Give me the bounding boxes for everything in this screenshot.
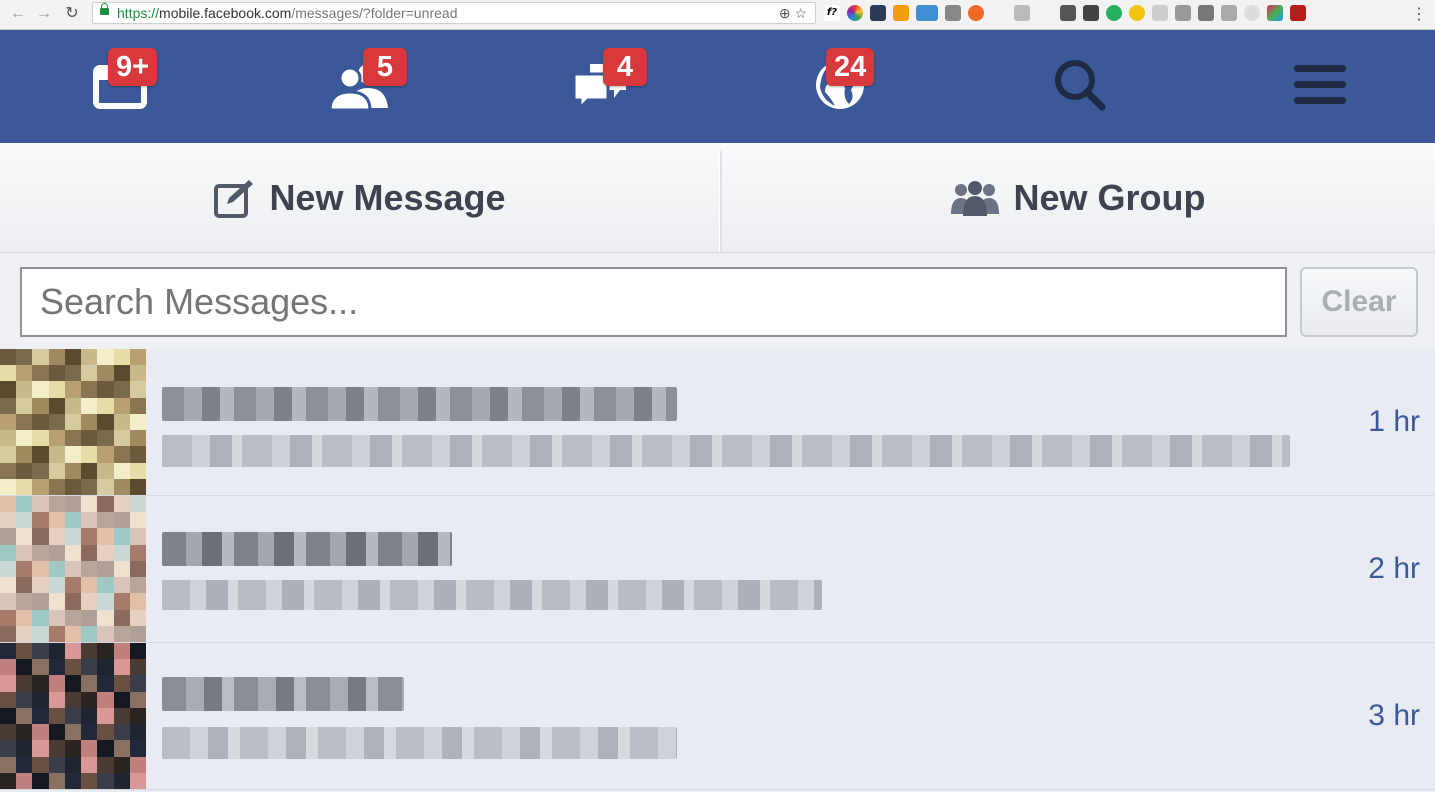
counter-extension-icon[interactable] bbox=[916, 5, 938, 21]
url-path: /messages/?folder=unread bbox=[291, 5, 458, 21]
s-extension-icon[interactable] bbox=[1083, 5, 1099, 21]
browser-toolbar: ← → ↻ https://mobile.facebook.com/messag… bbox=[0, 0, 1435, 30]
heart-extension-icon[interactable] bbox=[1267, 5, 1283, 21]
bookmark-star-icon[interactable]: ☆ bbox=[794, 5, 807, 21]
cookie-extension-icon[interactable] bbox=[1129, 5, 1145, 21]
facebook-top-bar: 9+ 5 4 24 bbox=[0, 30, 1435, 143]
thread-row[interactable]: 1 hr bbox=[0, 349, 1435, 496]
redacted-sender-name bbox=[162, 387, 677, 421]
forward-icon[interactable]: → bbox=[34, 4, 54, 24]
tab-menu[interactable] bbox=[1260, 30, 1380, 143]
extensions-bar: f? bbox=[824, 5, 1306, 23]
clear-button[interactable]: Clear bbox=[1300, 267, 1418, 337]
new-message-button[interactable]: New Message bbox=[0, 143, 719, 252]
tab-friend-requests[interactable]: 5 bbox=[300, 30, 420, 143]
redacted-sender-name bbox=[162, 532, 452, 566]
thread-row[interactable]: 3 hr bbox=[0, 643, 1435, 790]
messages-badge: 4 bbox=[603, 48, 647, 86]
friend-requests-badge: 5 bbox=[363, 48, 407, 86]
hamburger-menu-icon bbox=[1294, 65, 1346, 104]
reader-extension-icon[interactable] bbox=[945, 5, 961, 21]
a-extension-icon[interactable] bbox=[1221, 5, 1237, 21]
compose-icon bbox=[214, 179, 254, 218]
thread-time: 1 hr bbox=[1368, 405, 1420, 438]
avatar bbox=[0, 349, 146, 495]
dashboard-extension-icon[interactable] bbox=[870, 5, 886, 21]
back-icon[interactable]: ← bbox=[8, 4, 28, 24]
chart-extension-icon[interactable] bbox=[893, 5, 909, 21]
reload-icon[interactable]: ↻ bbox=[62, 4, 82, 24]
whatfont-extension-icon[interactable]: f? bbox=[824, 5, 840, 21]
address-bar[interactable]: https://mobile.facebook.com/messages/?fo… bbox=[92, 2, 816, 24]
k-extension-icon[interactable] bbox=[1106, 5, 1122, 21]
tab-messages[interactable]: 4 bbox=[540, 30, 660, 143]
browser-menu-icon[interactable]: ⋮ bbox=[1411, 4, 1427, 24]
orange-extension-icon[interactable] bbox=[968, 5, 984, 21]
notes-extension-icon[interactable] bbox=[1198, 5, 1214, 21]
url-scheme: https:// bbox=[117, 5, 160, 21]
zoom-icon[interactable]: ⊕ bbox=[779, 5, 791, 21]
thread-row[interactable]: 2 hr bbox=[0, 496, 1435, 643]
tab-search[interactable] bbox=[1020, 30, 1140, 143]
globe-notifications-badge: 24 bbox=[826, 48, 875, 86]
user-extension-icon[interactable] bbox=[1014, 5, 1030, 21]
avatar bbox=[0, 643, 146, 789]
redacted-message-preview bbox=[162, 435, 1290, 467]
search-messages-input[interactable] bbox=[20, 267, 1287, 337]
ublock-extension-icon[interactable] bbox=[1290, 5, 1306, 21]
lock-icon bbox=[100, 3, 109, 15]
redacted-message-preview bbox=[162, 580, 822, 610]
new-message-label: New Message bbox=[269, 176, 506, 218]
notifications-badge: 9+ bbox=[108, 48, 158, 86]
search-icon bbox=[1055, 60, 1106, 111]
color-picker-extension-icon[interactable] bbox=[847, 5, 863, 21]
group-icon bbox=[951, 180, 1000, 216]
new-group-label: New Group bbox=[1013, 176, 1206, 218]
thread-time: 3 hr bbox=[1368, 699, 1420, 732]
r-extension-icon[interactable] bbox=[991, 5, 1007, 21]
search-row: Clear bbox=[0, 253, 1435, 349]
redacted-sender-name bbox=[162, 677, 404, 711]
thread-time: 2 hr bbox=[1368, 552, 1420, 585]
url-host: mobile.facebook.com bbox=[159, 5, 292, 21]
redacted-message-preview bbox=[162, 727, 677, 759]
angular-extension-icon[interactable] bbox=[1060, 5, 1076, 21]
m-extension-icon[interactable] bbox=[1037, 5, 1053, 21]
cloud-extension-icon[interactable] bbox=[1152, 5, 1168, 21]
circle-extension-icon[interactable] bbox=[1244, 5, 1260, 21]
message-actions-bar: New Message New Group bbox=[0, 143, 1435, 253]
avatar bbox=[0, 496, 146, 642]
new-group-button[interactable]: New Group bbox=[722, 143, 1435, 252]
tab-notifications-calendar[interactable]: 9+ bbox=[60, 30, 180, 143]
fio-extension-icon[interactable] bbox=[1175, 5, 1191, 21]
tab-notifications-globe[interactable]: 24 bbox=[780, 30, 900, 143]
